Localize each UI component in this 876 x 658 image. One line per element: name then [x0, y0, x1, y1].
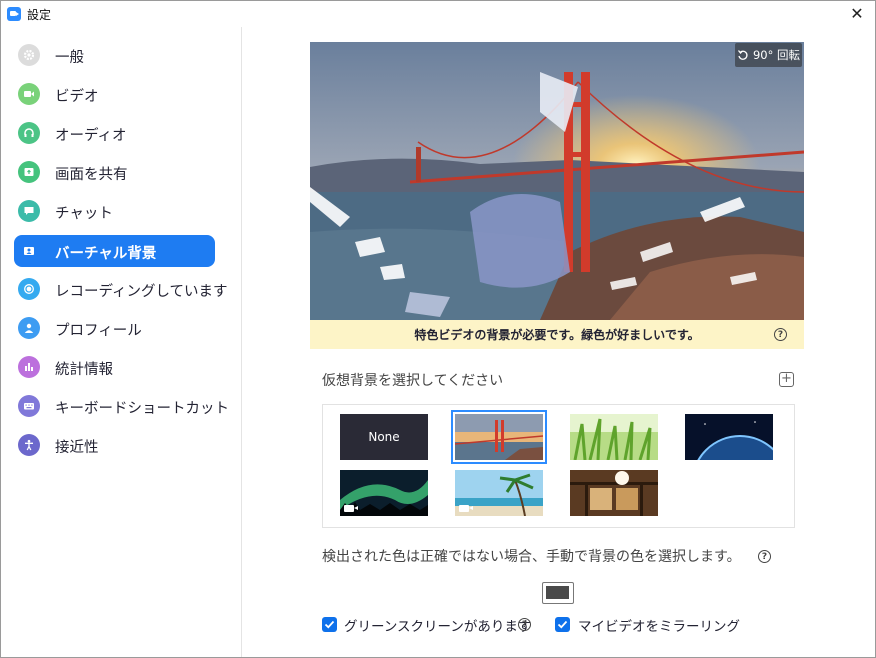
- sidebar-item-profile[interactable]: プロフィール: [14, 312, 215, 344]
- rotate-90-button[interactable]: 90° 回転: [735, 43, 802, 67]
- background-thumb-aurora[interactable]: [340, 470, 428, 516]
- background-thumb-none[interactable]: None: [340, 414, 428, 460]
- help-icon[interactable]: ?: [774, 328, 787, 341]
- sidebar-item-audio[interactable]: オーディオ: [14, 117, 215, 149]
- sidebar-item-label: オーディオ: [55, 128, 127, 144]
- sidebar-item-virtual-background[interactable]: バーチャル背景: [14, 235, 215, 267]
- chat-icon: [18, 200, 40, 222]
- virtual-background-icon: [18, 240, 40, 262]
- accessibility-icon: [18, 434, 40, 456]
- sidebar-item-label: レコーディングしています: [55, 284, 228, 300]
- sidebar-item-label: 統計情報: [55, 362, 113, 378]
- checkmark-icon: [557, 620, 568, 629]
- none-label: None: [368, 430, 400, 444]
- sidebar-item-recording[interactable]: レコーディングしています: [14, 273, 228, 305]
- background-thumb-golden-gate[interactable]: [451, 410, 547, 464]
- background-thumb-japanese-room[interactable]: [570, 470, 658, 516]
- title-bar: 設定 ✕: [1, 1, 875, 27]
- window-title: 設定: [27, 8, 52, 22]
- sidebar-item-accessibility[interactable]: 接近性: [14, 429, 215, 461]
- sidebar-item-label: 接近性: [55, 440, 99, 456]
- add-background-button[interactable]: +: [779, 372, 794, 387]
- headphones-icon: [18, 122, 40, 144]
- rotate-icon: [737, 50, 748, 60]
- video-badge-icon: [344, 505, 358, 512]
- sidebar-item-label: 画面を共有: [55, 167, 128, 183]
- rotate-label: 90° 回転: [752, 48, 801, 62]
- notice-text: 特色ビデオの背景が必要です。緑色が好ましいです。: [414, 328, 700, 342]
- sidebar-item-label: ビデオ: [55, 89, 99, 105]
- background-thumb-beach[interactable]: [455, 470, 543, 516]
- sidebar-item-general[interactable]: 一般: [14, 39, 215, 71]
- video-icon: [18, 83, 40, 105]
- settings-sidebar: 一般 ビデオ オーディオ 画面を共有 チャット バーチャル背景 レコーディングし…: [1, 27, 242, 657]
- green-screen-label: グリーンスクリーンがあります: [344, 619, 532, 635]
- sidebar-item-label: チャット: [55, 206, 113, 222]
- sidebar-item-label: キーボードショートカット: [55, 401, 229, 417]
- video-badge-icon: [459, 505, 473, 512]
- gear-icon: [18, 44, 40, 66]
- sidebar-item-video[interactable]: ビデオ: [14, 78, 215, 110]
- background-thumb-earth[interactable]: [685, 414, 773, 460]
- zoom-app-icon: [7, 7, 21, 21]
- statistics-icon: [18, 356, 40, 378]
- mirror-video-checkbox[interactable]: [555, 617, 570, 632]
- sidebar-item-share-screen[interactable]: 画面を共有: [14, 156, 215, 188]
- background-select-title: 仮想背景を選択してください: [322, 373, 504, 389]
- background-color-picker[interactable]: [542, 582, 574, 604]
- help-icon[interactable]: ?: [518, 618, 531, 631]
- mirror-video-label: マイビデオをミラーリング: [578, 619, 740, 635]
- color-detection-text: 検出された色は正確ではない場合、手動で背景の色を選択します。: [322, 549, 741, 565]
- close-button[interactable]: ✕: [839, 1, 875, 27]
- sidebar-item-label: 一般: [55, 50, 84, 66]
- sidebar-item-chat[interactable]: チャット: [14, 195, 215, 227]
- golden-gate-preview-image: [310, 42, 804, 320]
- sidebar-item-label: バーチャル背景: [55, 246, 157, 262]
- profile-icon: [18, 317, 40, 339]
- green-screen-notice: 特色ビデオの背景が必要です。緑色が好ましいです。 ?: [310, 320, 804, 349]
- background-gallery: None: [322, 404, 795, 528]
- share-screen-icon: [18, 161, 40, 183]
- record-icon: [18, 278, 40, 300]
- selected-color: [546, 586, 569, 599]
- video-preview: [310, 42, 804, 320]
- sidebar-item-keyboard-shortcuts[interactable]: キーボードショートカット: [14, 390, 229, 422]
- green-screen-checkbox[interactable]: [322, 617, 337, 632]
- sidebar-item-statistics[interactable]: 統計情報: [14, 351, 215, 383]
- keyboard-icon: [18, 395, 40, 417]
- background-thumb-grass[interactable]: [570, 414, 658, 460]
- help-icon[interactable]: ?: [758, 550, 771, 563]
- checkmark-icon: [324, 620, 335, 629]
- sidebar-item-label: プロフィール: [55, 323, 142, 339]
